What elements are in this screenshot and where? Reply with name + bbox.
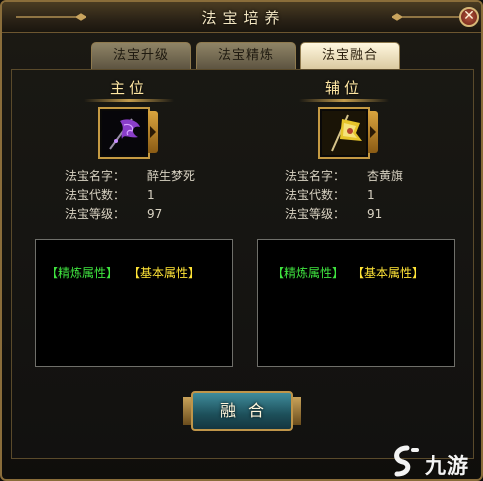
fuse-button[interactable]: 融合 <box>183 385 301 437</box>
tab-fuse[interactable]: 法宝融合 <box>300 42 400 70</box>
aux-slot-title-text: 辅位 <box>324 79 363 97</box>
aux-gen-value: 1 <box>367 188 375 202</box>
title-ornament-right-icon <box>392 13 462 21</box>
fabao-window: 法宝培养 ✕ 法宝升级 法宝精炼 法宝融合 主位 法宝名字： 醉生梦死 法宝代数：… <box>0 0 483 481</box>
main-gen-value: 1 <box>147 188 155 202</box>
aux-base-attr: 【基本属性】 <box>352 266 425 280</box>
aux-slot-info: 法宝名字： 杏黄旗 法宝代数： 1 法宝等级： 91 <box>285 167 403 224</box>
yellow-banner-icon <box>322 111 366 155</box>
aux-name-value: 杏黄旗 <box>367 169 404 183</box>
aux-slot-expand-arrow[interactable] <box>368 111 378 153</box>
tab-bar: 法宝升级 法宝精炼 法宝融合 <box>2 42 481 70</box>
main-base-attr: 【基本属性】 <box>128 266 201 280</box>
main-slot-info: 法宝名字： 醉生梦死 法宝代数： 1 法宝等级： 97 <box>65 167 195 224</box>
aux-level-value: 91 <box>367 207 383 221</box>
main-slot-title-underline <box>84 99 174 102</box>
close-icon: ✕ <box>463 8 475 24</box>
main-gen-label: 法宝代数： <box>65 188 126 202</box>
main-refine-attr: 【精炼属性】 <box>46 266 119 280</box>
main-slot-title-text: 主位 <box>109 79 148 97</box>
tab-refine[interactable]: 法宝精炼 <box>196 42 296 69</box>
aux-refine-attr: 【精炼属性】 <box>272 266 345 280</box>
main-slot-item[interactable] <box>98 107 150 159</box>
main-name-label: 法宝名字： <box>65 169 126 183</box>
aux-slot-item[interactable] <box>318 107 370 159</box>
main-slot-expand-arrow[interactable] <box>148 111 158 153</box>
main-level-label: 法宝等级： <box>65 207 126 221</box>
aux-level-label: 法宝等级： <box>285 207 346 221</box>
fuse-button-label: 融合 <box>219 401 276 420</box>
main-attr-box: 【精炼属性】 【基本属性】 <box>35 239 233 367</box>
aux-attr-box: 【精炼属性】 【基本属性】 <box>257 239 455 367</box>
aux-slot-title: 辅位 <box>299 77 389 102</box>
aux-gen-label: 法宝代数： <box>285 188 346 202</box>
main-level-value: 97 <box>147 207 163 221</box>
close-button[interactable]: ✕ <box>459 7 479 27</box>
title-bar: 法宝培养 ✕ <box>2 2 481 33</box>
main-slot-title: 主位 <box>84 77 174 102</box>
tab-upgrade[interactable]: 法宝升级 <box>91 42 191 69</box>
aux-name-label: 法宝名字： <box>285 169 346 183</box>
purple-banner-icon <box>102 111 146 155</box>
aux-slot-title-underline <box>299 99 389 102</box>
watermark-text: 九游 <box>425 454 469 478</box>
main-name-value: 醉生梦死 <box>147 169 196 183</box>
